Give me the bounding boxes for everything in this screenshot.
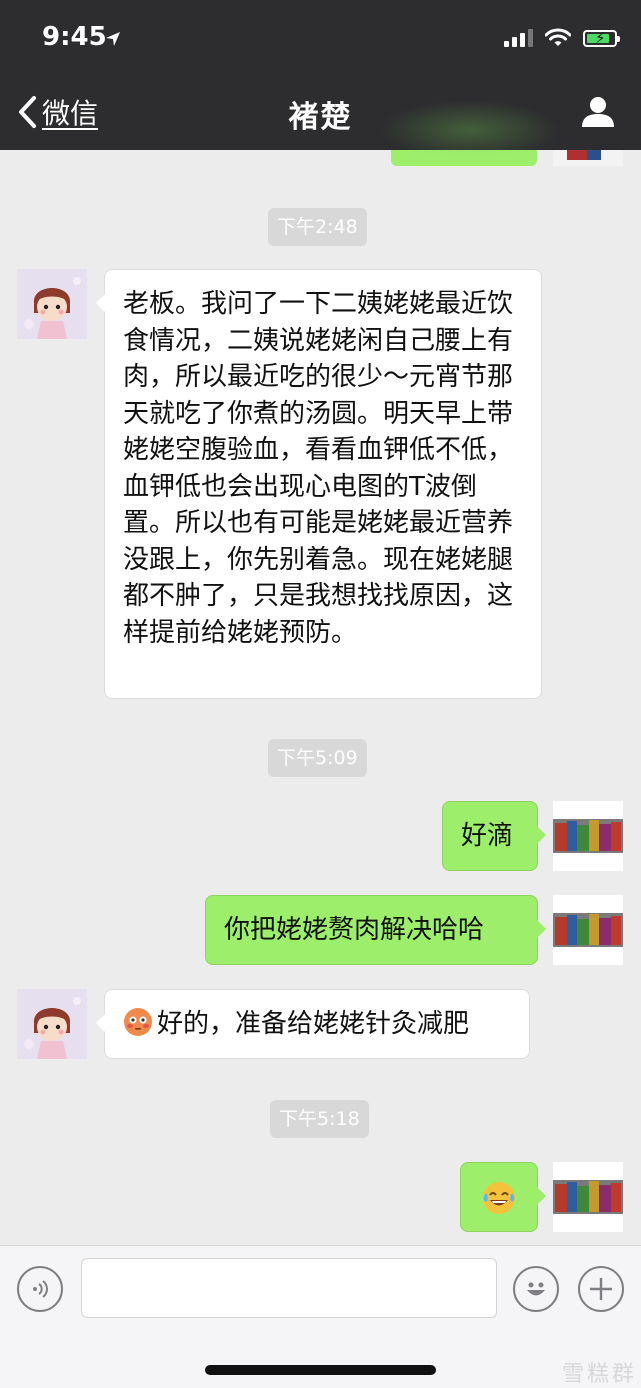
superhero-avatar-image [553, 895, 623, 965]
watermark: 雪糕群 [561, 1362, 637, 1387]
message-text: 老板。我问了一下二姨姥姥最近饮食情况，二姨说姥姥闲自己腰上有肉，所以最近吃的很少… [123, 289, 514, 648]
voice-icon [33, 1280, 48, 1298]
cartoon-girl-avatar-image [17, 269, 87, 339]
emoji-button[interactable] [513, 1266, 559, 1312]
flushed-face-emoji-icon [123, 1007, 153, 1037]
superhero-avatar-image [553, 150, 623, 166]
message-text: 你把姥姥赘肉解决哈哈 [224, 915, 485, 945]
contact-avatar[interactable] [17, 989, 87, 1059]
battery-charging-icon: ⚡ [583, 29, 620, 47]
tears-of-joy-emoji-icon [483, 1182, 515, 1214]
my-avatar[interactable] [553, 1162, 623, 1232]
emoji-icon [527, 1282, 545, 1296]
incoming-message-bubble[interactable]: 老板。我问了一下二姨姥姥最近饮食情况，二姨说姥姥闲自己腰上有肉，所以最近吃的很少… [96, 269, 542, 699]
message-text: 好滴 [461, 821, 514, 851]
status-indicators: ⚡ [504, 28, 620, 48]
superhero-avatar-image [553, 1162, 623, 1232]
timestamp: 下午5:09 [268, 739, 367, 777]
chat-title: 褚楚 [288, 100, 353, 135]
wifi-icon [545, 28, 571, 46]
message-text: 好的，准备给姥姥针灸减肥 [157, 1009, 470, 1039]
superhero-avatar-image [553, 801, 623, 871]
my-avatar-partial[interactable] [553, 150, 623, 166]
input-toolbar: 雪糕群 [0, 1245, 641, 1388]
my-avatar[interactable] [553, 895, 623, 965]
chat-message-list[interactable]: 下午2:48 老板。我问了一下二姨姥姥最近饮食情况，二姨说姥姥闲自己腰上有肉，所… [0, 150, 641, 1245]
timestamp: 下午5:18 [270, 1100, 369, 1138]
plus-icon [590, 1278, 612, 1300]
outgoing-message-bubble[interactable]: 你把姥姥赘肉解决哈哈 [205, 895, 546, 965]
timestamp: 下午2:48 [268, 208, 367, 246]
my-avatar[interactable] [553, 801, 623, 871]
location-arrow-icon [106, 32, 120, 46]
voice-button[interactable] [17, 1266, 63, 1312]
outgoing-message-bubble[interactable] [460, 1162, 546, 1232]
cartoon-girl-avatar-image [17, 989, 87, 1059]
cellular-signal-icon [504, 29, 533, 47]
contact-avatar[interactable] [17, 269, 87, 339]
navigation-bar: 9:45 ⚡ 微信 褚楚 [0, 0, 641, 160]
person-icon[interactable] [581, 96, 615, 128]
incoming-message-bubble[interactable]: 好的，准备给姥姥针灸减肥 [96, 989, 530, 1059]
message-input[interactable] [81, 1258, 497, 1318]
home-indicator [205, 1365, 436, 1375]
outgoing-message-bubble[interactable]: 好滴 [442, 801, 546, 871]
more-button[interactable] [578, 1266, 624, 1312]
status-time: 9:45 [42, 22, 107, 52]
